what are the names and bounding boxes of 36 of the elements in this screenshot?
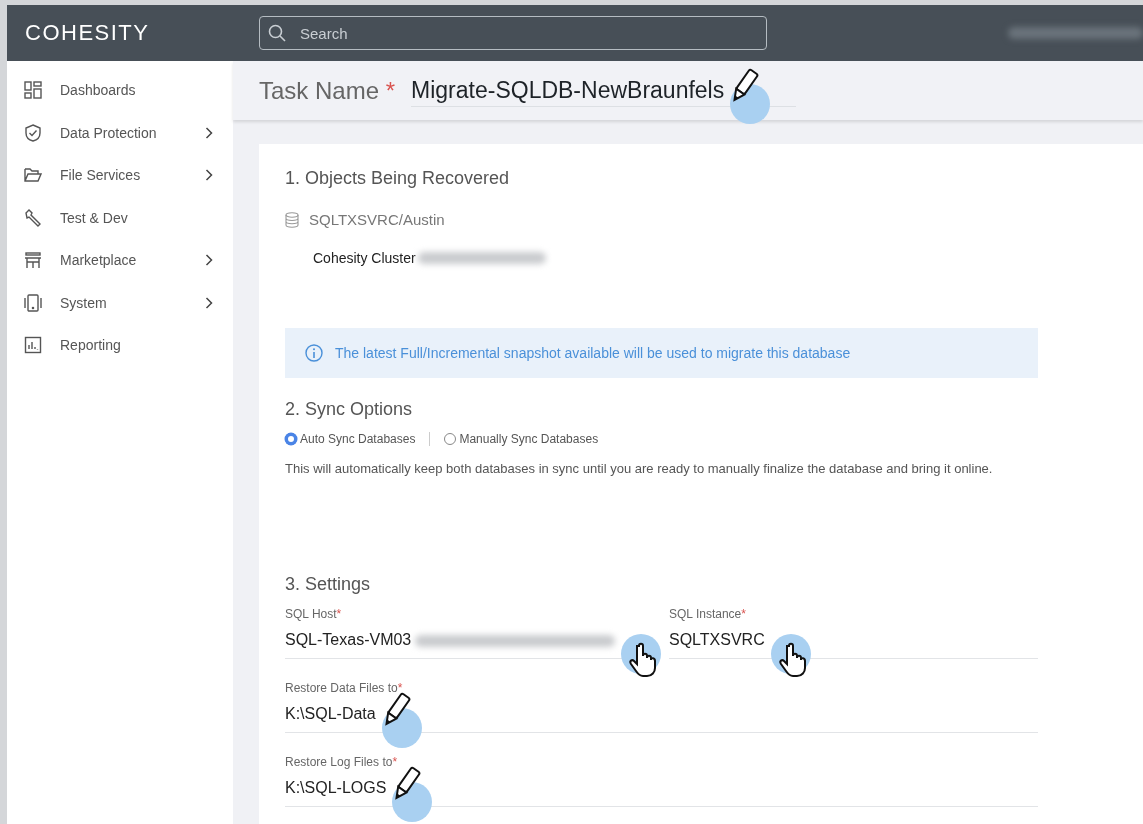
folder-icon xyxy=(24,166,42,185)
field-label: SQL Instance* xyxy=(669,607,747,621)
object-name: SQLTXSVRC/Austin xyxy=(309,211,445,228)
nav-item[interactable]: Data Protection xyxy=(7,111,233,154)
description-text: This will automatically keep both databases in sync until you are ready to manually finalize the database and bring it online. xyxy=(285,460,994,477)
info-icon xyxy=(305,344,323,362)
nav-item[interactable]: Test & Dev xyxy=(7,196,233,239)
field-label: Restore Data Files to* xyxy=(285,681,404,695)
input-field[interactable]: SQLTXSVRC xyxy=(669,621,1038,659)
store-icon xyxy=(24,251,42,270)
search-field[interactable]: Search xyxy=(259,16,767,50)
task-name-label: Task Name * xyxy=(259,76,396,105)
input-field[interactable]: K:\SQL-LOGS xyxy=(285,769,1038,807)
search-icon xyxy=(268,24,286,42)
field-label: Restore Log Files to* xyxy=(285,755,399,769)
nav-item[interactable]: Reporting xyxy=(7,324,233,367)
radio-option[interactable]: Manually Sync Databases xyxy=(444,432,599,446)
section-title: 3. Settings xyxy=(285,574,372,595)
devices-icon xyxy=(24,293,42,312)
nav-item[interactable]: System xyxy=(7,281,233,324)
logo: COHESITY xyxy=(24,20,151,46)
input-field[interactable]: K:\SQL-Data xyxy=(285,695,1038,733)
database-icon xyxy=(285,211,299,228)
cluster-label: Cohesity Cluster xyxy=(313,250,416,266)
bar-chart-icon xyxy=(24,336,42,355)
section-title: 1. Objects Being Recovered xyxy=(285,168,511,189)
task-name-field[interactable]: Migrate-SQLDB-NewBraunfels xyxy=(411,74,797,107)
section-title: 2. Sync Options xyxy=(285,399,414,420)
nav-item[interactable]: Dashboards xyxy=(7,69,233,112)
nav-item[interactable]: Marketplace xyxy=(7,239,233,282)
field-label: SQL Host* xyxy=(285,607,343,621)
shield-icon xyxy=(24,123,42,142)
nav-item[interactable]: File Services xyxy=(7,154,233,197)
info-text: The latest Full/Incremental snapshot available will be used to migrate this database xyxy=(335,345,851,361)
radio-option[interactable]: Auto Sync Databases xyxy=(285,432,416,446)
dashboard-icon xyxy=(24,81,42,100)
